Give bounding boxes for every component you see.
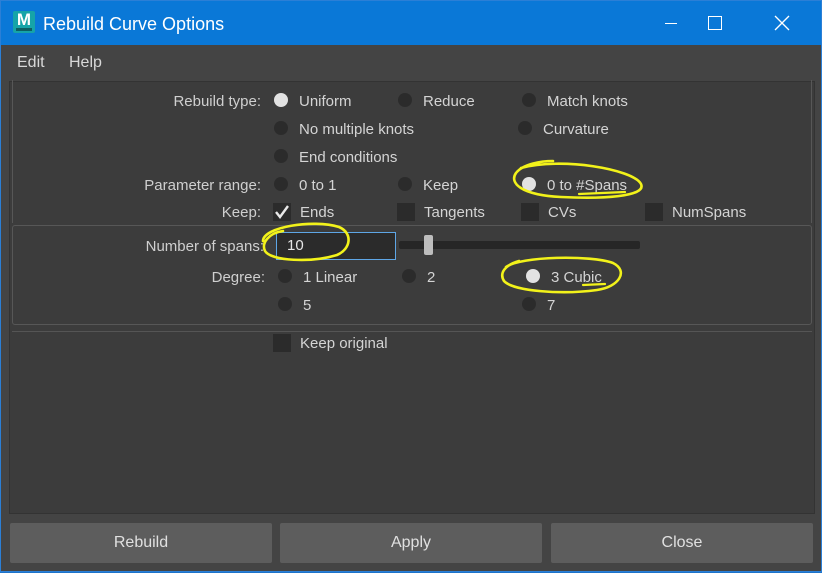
keep-label: Keep: [221, 204, 261, 221]
close-icon [774, 15, 790, 31]
title-bar: M Rebuild Curve Options [1, 1, 821, 45]
rebuild-type-reduce-radio[interactable] [398, 93, 412, 107]
degree-1-linear-radio[interactable] [278, 269, 292, 283]
checkmark-icon [275, 205, 289, 219]
keep-cvs-label: CVs [548, 204, 577, 221]
keep-ends-label: Ends [300, 204, 335, 221]
degree-1-linear-label: 1 Linear [303, 269, 358, 286]
keep-cvs-checkbox[interactable] [521, 203, 539, 221]
keep-numspans-label: NumSpans [672, 204, 747, 221]
rebuild-type-no-multiple-knots-label: No multiple knots [299, 121, 415, 138]
parameter-range-0-to-1-radio[interactable] [274, 177, 288, 191]
spans-slider-handle[interactable] [424, 235, 433, 255]
rebuild-type-uniform-radio[interactable] [274, 93, 288, 107]
rebuild-type-label: Rebuild type: [173, 93, 261, 110]
parameter-range-keep-radio[interactable] [398, 177, 412, 191]
degree-2-radio[interactable] [402, 269, 416, 283]
rebuild-type-uniform-label: Uniform [299, 93, 352, 110]
close-window-button[interactable] [751, 1, 811, 45]
rebuild-type-match-knots-label: Match knots [547, 93, 628, 110]
parameter-range-label: Parameter range: [144, 177, 261, 194]
separator [12, 331, 812, 332]
maya-icon: M [13, 11, 35, 33]
degree-2-label: 2 [427, 269, 436, 286]
menu-edit[interactable]: Edit [17, 54, 45, 72]
rebuild-type-reduce-label: Reduce [423, 93, 475, 110]
keep-tangents-label: Tangents [424, 204, 485, 221]
minimize-icon [665, 23, 677, 24]
window-title: Rebuild Curve Options [43, 14, 225, 34]
degree-3-cubic-label: 3 Cubic [551, 269, 602, 286]
keep-ends-checkbox[interactable] [273, 203, 291, 221]
apply-button[interactable]: Apply [280, 523, 542, 563]
degree-5-radio[interactable] [278, 297, 292, 311]
keep-original-checkbox[interactable] [273, 334, 291, 352]
rebuild-type-curvature-label: Curvature [543, 121, 609, 138]
keep-tangents-checkbox[interactable] [397, 203, 415, 221]
menu-help[interactable]: Help [69, 54, 102, 72]
number-of-spans-label: Number of spans: [145, 238, 264, 255]
maximize-icon [708, 16, 722, 30]
parameter-range-0-to-1-label: 0 to 1 [299, 177, 337, 194]
menu-bar: Edit Help [1, 45, 821, 78]
rebuild-type-no-multiple-knots-radio[interactable] [274, 121, 288, 135]
degree-5-label: 5 [303, 297, 312, 314]
keep-original-label: Keep original [300, 335, 388, 352]
rebuild-curve-options-window: M Rebuild Curve Options Edit Help Rebuil… [0, 0, 822, 572]
maximize-button[interactable] [687, 1, 747, 45]
degree-3-cubic-radio[interactable] [526, 269, 540, 283]
degree-7-radio[interactable] [522, 297, 536, 311]
rebuild-type-curvature-radio[interactable] [518, 121, 532, 135]
maya-icon-letter: M [16, 10, 32, 29]
close-button[interactable]: Close [551, 523, 813, 563]
maya-icon-band [16, 28, 32, 31]
keep-numspans-checkbox[interactable] [645, 203, 663, 221]
rebuild-type-match-knots-radio[interactable] [522, 93, 536, 107]
rebuild-type-end-conditions-label: End conditions [299, 149, 398, 166]
parameter-range-keep-label: Keep [423, 177, 459, 194]
degree-7-label: 7 [547, 297, 556, 314]
rebuild-type-end-conditions-radio[interactable] [274, 149, 288, 163]
parameter-range-0-to-spans-label: 0 to #Spans [547, 177, 628, 194]
parameter-range-0-to-spans-radio[interactable] [522, 177, 536, 191]
spans-slider[interactable] [399, 241, 640, 249]
rebuild-button[interactable]: Rebuild [10, 523, 272, 563]
number-of-spans-input[interactable]: 10 [276, 232, 396, 260]
degree-label: Degree: [211, 269, 265, 286]
